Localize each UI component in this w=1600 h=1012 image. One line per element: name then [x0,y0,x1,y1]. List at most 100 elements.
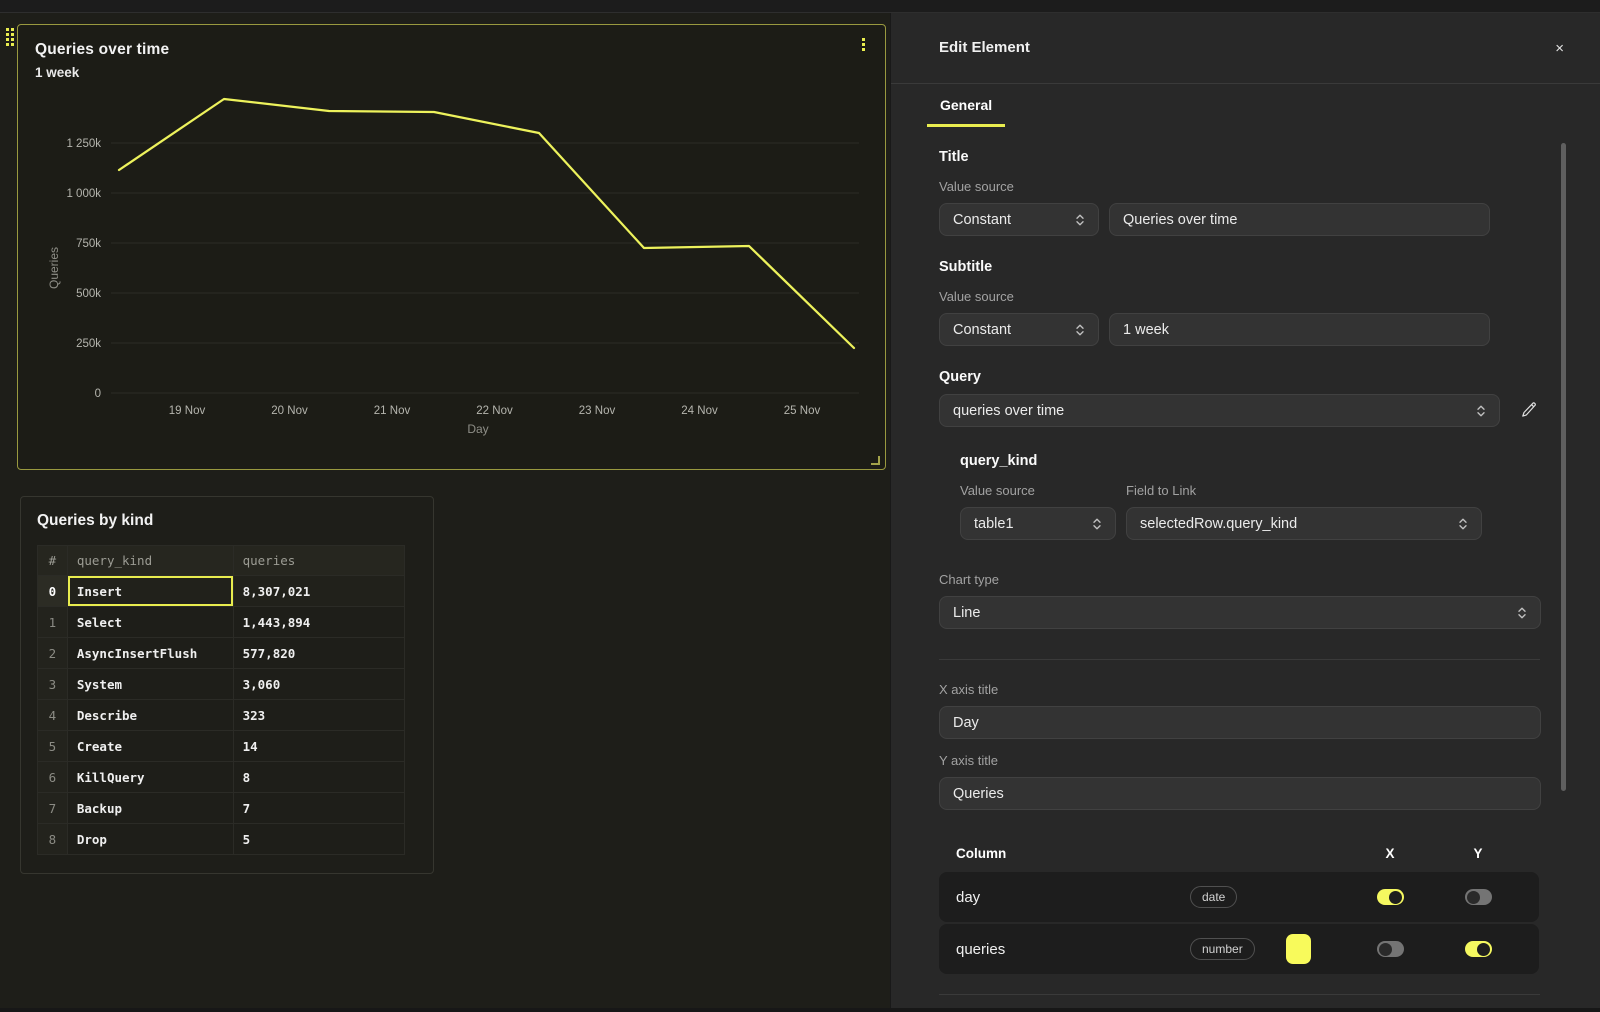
col-header-index[interactable]: # [38,546,68,576]
title-value-input[interactable] [1109,203,1490,236]
panel-content: Title Value source Constant Subtitle Val… [891,127,1600,1008]
table-row: 6KillQuery8 [38,762,405,793]
svg-text:25 Nov: 25 Nov [784,405,821,417]
svg-text:20 Nov: 20 Nov [271,405,308,417]
cell-queries[interactable]: 5 [233,824,404,855]
section-divider [939,659,1540,660]
table-row: 1Select1,443,894 [38,607,405,638]
cell-queries[interactable]: 8 [233,762,404,793]
cell-queries[interactable]: 14 [233,731,404,762]
row-index: 5 [38,731,68,762]
svg-text:1 000k: 1 000k [66,188,101,200]
table-row: 0Insert8,307,021 [38,576,405,607]
field-to-link-select[interactable]: selectedRow.query_kind [1126,507,1482,540]
chevron-updown-icon [1458,517,1468,531]
top-bar [0,0,1600,13]
column-config-row: queriesnumber [939,924,1539,974]
drag-handle-icon[interactable] [6,28,14,46]
query-section-heading: Query [939,369,1540,385]
y-axis-title-input[interactable] [939,777,1541,810]
column-name: day [956,889,1190,906]
cell-queries[interactable]: 7 [233,793,404,824]
svg-text:250k: 250k [76,338,101,350]
table-row: 7Backup7 [38,793,405,824]
line-chart: 0250k500k750k1 000k1 250k19 Nov20 Nov21 … [18,25,884,468]
cell-query-kind[interactable]: Drop [67,824,233,855]
cell-query-kind[interactable]: Backup [67,793,233,824]
chart-title: Queries over time [35,41,169,59]
subtitle-source-select[interactable]: Constant [939,313,1099,346]
svg-text:750k: 750k [76,238,101,250]
col-header-queries[interactable]: queries [233,546,404,576]
chevron-updown-icon [1517,606,1527,620]
queries-by-kind-table: # query_kind queries 0Insert8,307,0211Se… [37,545,405,855]
x-axis-title-label: X axis title [939,682,1540,697]
y-header: Y [1473,846,1482,861]
cell-query-kind[interactable]: System [67,669,233,700]
col-header-query-kind[interactable]: query_kind [67,546,233,576]
kebab-menu-icon[interactable] [856,38,870,56]
cell-queries[interactable]: 323 [233,700,404,731]
y-axis-toggle[interactable] [1465,941,1492,957]
chart-panel[interactable]: 0250k500k750k1 000k1 250k19 Nov20 Nov21 … [17,24,886,470]
cell-query-kind[interactable]: Select [67,607,233,638]
cell-queries[interactable]: 577,820 [233,638,404,669]
series-color-swatch[interactable] [1286,934,1311,964]
cell-query-kind[interactable]: KillQuery [67,762,233,793]
svg-text:22 Nov: 22 Nov [476,405,513,417]
close-icon[interactable]: × [1555,41,1564,56]
row-index: 8 [38,824,68,855]
x-axis-title-input[interactable] [939,706,1541,739]
y-axis-toggle[interactable] [1465,889,1492,905]
columns-header: Column [956,846,1190,861]
tab-general[interactable]: General [927,97,1005,127]
x-axis-toggle[interactable] [1377,941,1404,957]
chevron-updown-icon [1075,323,1085,337]
y-axis-title-label: Y axis title [939,753,1540,768]
chevron-updown-icon [1075,213,1085,227]
title-value-source-label: Value source [939,179,1540,194]
column-name: queries [956,941,1190,958]
edit-element-panel: Edit Element × General Title Value sourc… [890,13,1600,1008]
table-panel: Queries by kind # query_kind queries 0In… [20,496,434,874]
cell-query-kind[interactable]: Insert [67,576,233,607]
chart-line-queries [119,99,854,348]
chevron-updown-icon [1092,517,1102,531]
query-kind-source-select[interactable]: table1 [960,507,1116,540]
cell-query-kind[interactable]: AsyncInsertFlush [67,638,233,669]
subtitle-value-input[interactable] [1109,313,1490,346]
cell-query-kind[interactable]: Create [67,731,233,762]
cell-query-kind[interactable]: Describe [67,700,233,731]
cell-queries[interactable]: 8,307,021 [233,576,404,607]
resize-handle[interactable] [871,456,880,465]
title-source-select[interactable]: Constant [939,203,1099,236]
x-axis-toggle[interactable] [1377,889,1404,905]
row-index: 0 [38,576,68,607]
svg-text:Day: Day [467,422,488,436]
cell-queries[interactable]: 3,060 [233,669,404,700]
bottom-edge [0,1008,1600,1012]
row-index: 6 [38,762,68,793]
columns-config-table: Column X Y daydatequeriesnumber [939,834,1539,974]
table-row: 2AsyncInsertFlush577,820 [38,638,405,669]
chart-type-label: Chart type [939,572,1540,587]
subtitle-value-source-label: Value source [939,289,1540,304]
column-config-row: daydate [939,872,1539,922]
svg-text:1 250k: 1 250k [66,138,101,150]
table-row: 3System3,060 [38,669,405,700]
chevron-updown-icon [1476,404,1486,418]
chart-subtitle: 1 week [35,65,79,80]
subtitle-section-heading: Subtitle [939,259,1540,275]
query-kind-heading: query_kind [960,453,1540,469]
query-select[interactable]: queries over time [939,394,1500,427]
cell-queries[interactable]: 1,443,894 [233,607,404,638]
row-index: 3 [38,669,68,700]
table-row: 8Drop5 [38,824,405,855]
svg-text:19 Nov: 19 Nov [169,405,206,417]
edit-query-pencil-icon[interactable] [1518,399,1539,423]
panel-scrollbar[interactable] [1561,143,1566,791]
table-title: Queries by kind [37,512,417,530]
svg-text:24 Nov: 24 Nov [681,405,718,417]
row-index: 1 [38,607,68,638]
chart-type-select[interactable]: Line [939,596,1541,629]
